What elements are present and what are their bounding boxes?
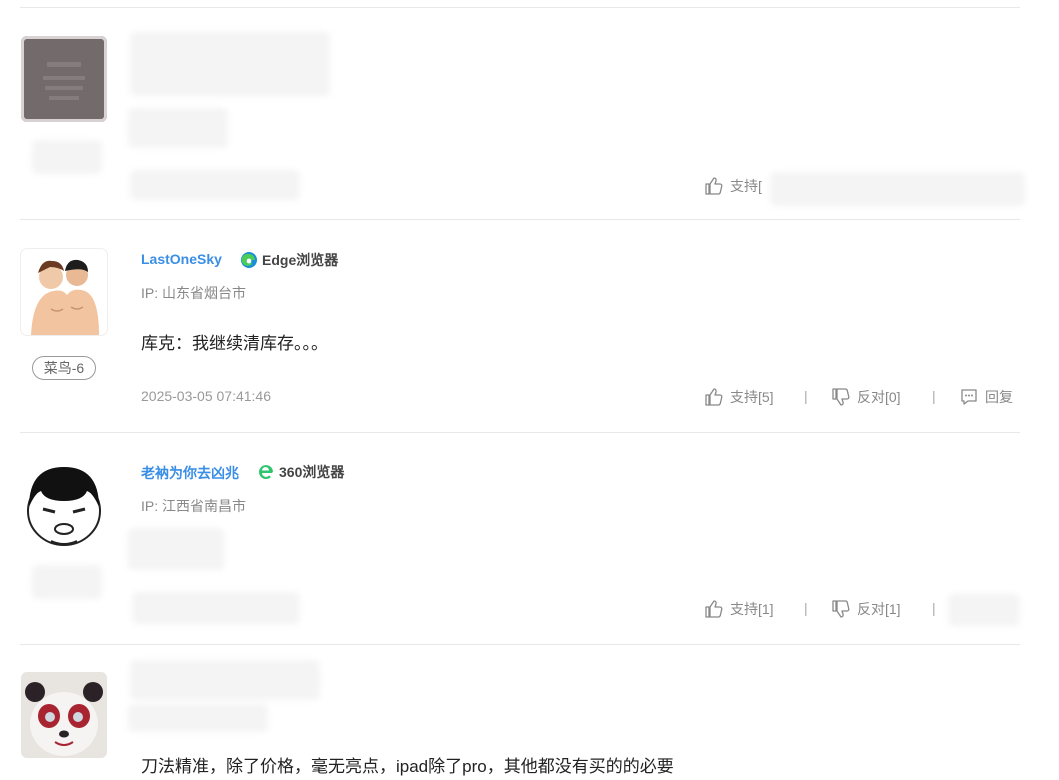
thumbs-up-icon	[704, 599, 724, 619]
browser-tag: Edge浏览器	[240, 250, 338, 270]
support-button[interactable]: 支持[5]	[704, 387, 774, 407]
oppose-label: 反对[0]	[857, 389, 901, 405]
blurred-username	[130, 660, 320, 700]
comment-content: 刀法精准，除了价格，毫无亮点，ipad除了pro，其他都没有买的的必要	[141, 757, 674, 776]
blurred-content	[128, 108, 228, 148]
reply-label: 回复	[985, 389, 1013, 405]
comment-divider	[20, 644, 1020, 645]
browser-tag: 360浏览器	[257, 462, 344, 482]
browser-label: Edge浏览器	[262, 252, 339, 268]
oppose-label: 反对[1]	[857, 601, 901, 617]
blurred-actions	[770, 172, 1025, 206]
blurred-ip	[128, 704, 268, 732]
avatar[interactable]	[21, 672, 107, 758]
comment-divider	[20, 432, 1020, 433]
blurred-badge	[32, 140, 102, 174]
thumbs-down-icon	[831, 387, 851, 407]
thumbs-up-icon	[704, 176, 724, 196]
support-button[interactable]: 支持[	[704, 176, 762, 196]
oppose-button[interactable]: 反对[0]	[831, 387, 901, 407]
blurred-reply	[948, 594, 1020, 626]
ip-location: IP: 江西省南昌市	[141, 498, 247, 514]
comment-bubble-icon	[959, 387, 979, 407]
360-browser-icon	[257, 463, 275, 481]
avatar-image	[27, 467, 101, 546]
reply-button[interactable]: 回复	[959, 387, 1013, 407]
support-label: 支持[5]	[730, 389, 774, 405]
blurred-time	[130, 170, 300, 200]
avatar-image	[31, 259, 99, 335]
support-label: 支持[1]	[730, 601, 774, 617]
blurred-username	[130, 32, 330, 96]
thumbs-up-icon	[704, 387, 724, 407]
username-link[interactable]: 老衲为你去凶兆	[141, 463, 239, 483]
action-separator: |	[804, 600, 808, 616]
username-link[interactable]: LastOneSky	[141, 251, 222, 267]
comment-time: 2025-03-05 07:41:46	[141, 388, 271, 404]
support-label: 支持[	[730, 178, 762, 194]
blurred-content	[128, 528, 224, 570]
support-button[interactable]: 支持[1]	[704, 599, 774, 619]
comment-divider	[20, 219, 1020, 220]
ip-location: IP: 山东省烟台市	[141, 285, 247, 301]
blurred-time	[132, 592, 300, 624]
avatar-image	[25, 682, 103, 756]
comment-divider	[20, 7, 1020, 8]
action-separator: |	[804, 388, 808, 404]
avatar[interactable]	[21, 461, 107, 547]
browser-label: 360浏览器	[279, 464, 345, 480]
edge-browser-icon	[240, 251, 258, 269]
avatar[interactable]	[21, 249, 107, 335]
avatar[interactable]	[21, 36, 107, 122]
level-badge: 菜鸟-6	[32, 356, 96, 380]
oppose-button[interactable]: 反对[1]	[831, 599, 901, 619]
blurred-badge	[32, 565, 102, 599]
action-separator: |	[932, 388, 936, 404]
thumbs-down-icon	[831, 599, 851, 619]
comment-content: 库克：我继续清库存。。。	[141, 334, 328, 353]
action-separator: |	[932, 600, 936, 616]
avatar-image	[24, 39, 104, 119]
